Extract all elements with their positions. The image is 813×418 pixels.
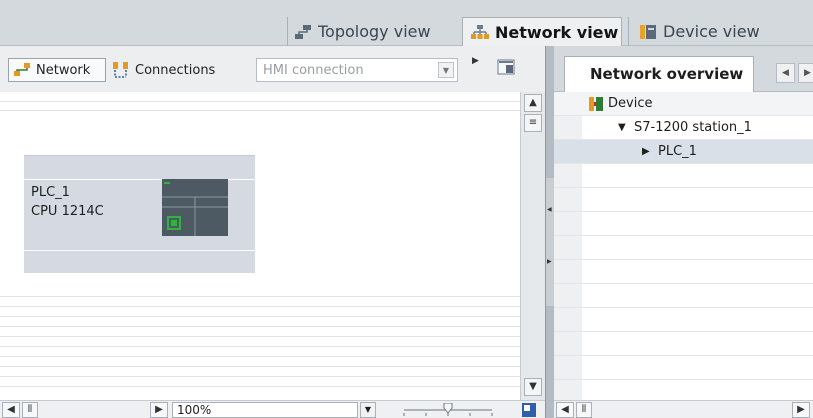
show-hide-panel-icon[interactable] <box>497 59 515 75</box>
plc-device-block[interactable]: PLC_1 CPU 1214C <box>24 155 255 273</box>
tab-device-label: Device view <box>663 22 760 41</box>
scroll-left-icon[interactable]: ◀ <box>556 402 574 418</box>
device-column-header: Device <box>608 96 653 111</box>
connections-mode-button[interactable]: Connections <box>110 58 250 82</box>
network-mode-button[interactable]: Network <box>8 58 106 82</box>
panel-splitter[interactable]: ◀ ▶ <box>545 46 554 418</box>
device-column-icon <box>589 97 603 111</box>
tab-device-view[interactable]: Device view <box>628 17 813 46</box>
tab-scroll-left-icon[interactable]: ◀ <box>776 63 795 83</box>
scroll-right-icon[interactable]: ▶ <box>150 402 168 418</box>
device-icon <box>640 24 656 39</box>
station-label: S7-1200 station_1 <box>634 120 752 135</box>
zoom-dropdown-icon[interactable]: ▼ <box>360 402 376 418</box>
connections-mode-label: Connections <box>135 62 216 78</box>
network-overview-panel: Network overview ◀ ▶ Device ▼ S7-1200 st… <box>554 46 813 418</box>
zoom-value: 100% <box>177 403 212 417</box>
toolbar-overflow-icon[interactable]: ▶ <box>472 56 479 66</box>
overview-table: Device ▼ S7-1200 station_1 ▶ PLC_1 <box>554 92 813 400</box>
overview-header-row: Device <box>554 92 813 116</box>
network-canvas[interactable]: PLC_1 CPU 1214C <box>0 92 520 400</box>
topology-icon <box>295 24 311 39</box>
overview-navigation-icon[interactable] <box>520 401 538 418</box>
collapse-left-icon[interactable]: ◀ <box>547 206 552 213</box>
device-type: CPU 1214C <box>31 204 104 219</box>
scroll-left-icon[interactable]: ◀ <box>2 402 20 418</box>
tab-network-label: Network view <box>495 22 619 42</box>
plc-module-icon <box>162 179 228 236</box>
tab-topology-view[interactable]: Topology view <box>287 17 454 46</box>
scroll-down-icon[interactable]: ▼ <box>524 378 542 396</box>
overview-bottom-bar: ◀ ⦀ ▶ <box>554 400 813 418</box>
network-editor: Network Connections HMI connection ▼ ▶ P… <box>0 46 545 418</box>
device-name: PLC_1 <box>31 185 70 200</box>
editor-bottom-bar: ◀ ⦀ ▶ 100% ▼ <box>0 400 545 418</box>
tab-network-overview[interactable]: Network overview <box>564 56 754 92</box>
view-tabs-bar: Topology view Network view Device view <box>0 0 813 46</box>
chevron-right-icon[interactable]: ▶ <box>642 146 650 157</box>
editor-toolbar: Network Connections HMI connection ▼ ▶ <box>0 46 545 92</box>
scroll-thumb[interactable]: ≡ <box>524 114 542 132</box>
chevron-down-icon[interactable]: ▼ <box>438 62 454 78</box>
network-icon <box>471 25 489 39</box>
hscroll-thumb[interactable]: ⦀ <box>576 402 592 418</box>
overview-tabs-bar: Network overview ◀ ▶ <box>554 46 813 92</box>
overview-row-plc[interactable]: ▶ PLC_1 <box>554 140 813 164</box>
tab-scroll-right-icon[interactable]: ▶ <box>798 63 813 83</box>
chevron-down-icon[interactable]: ▼ <box>618 122 626 133</box>
tab-network-view[interactable]: Network view <box>462 17 622 46</box>
collapse-right-icon[interactable]: ▶ <box>547 258 552 265</box>
network-mode-label: Network <box>36 62 91 78</box>
zoom-field[interactable]: 100% <box>172 402 358 418</box>
connection-type-value: HMI connection <box>263 63 364 78</box>
tab-topology-label: Topology view <box>318 22 431 41</box>
vertical-scrollbar[interactable]: ▲ ≡ ▼ <box>520 92 545 400</box>
connection-type-select[interactable]: HMI connection ▼ <box>256 58 458 82</box>
network-mode-icon <box>14 63 30 76</box>
scroll-right-icon[interactable]: ▶ <box>792 402 810 418</box>
scroll-up-icon[interactable]: ▲ <box>524 94 542 112</box>
connections-icon <box>113 62 128 78</box>
plc-label: PLC_1 <box>658 144 697 159</box>
overview-row-station[interactable]: ▼ S7-1200 station_1 <box>554 116 813 140</box>
zoom-slider[interactable] <box>402 403 494 417</box>
hscroll-thumb[interactable]: ⦀ <box>22 402 38 418</box>
